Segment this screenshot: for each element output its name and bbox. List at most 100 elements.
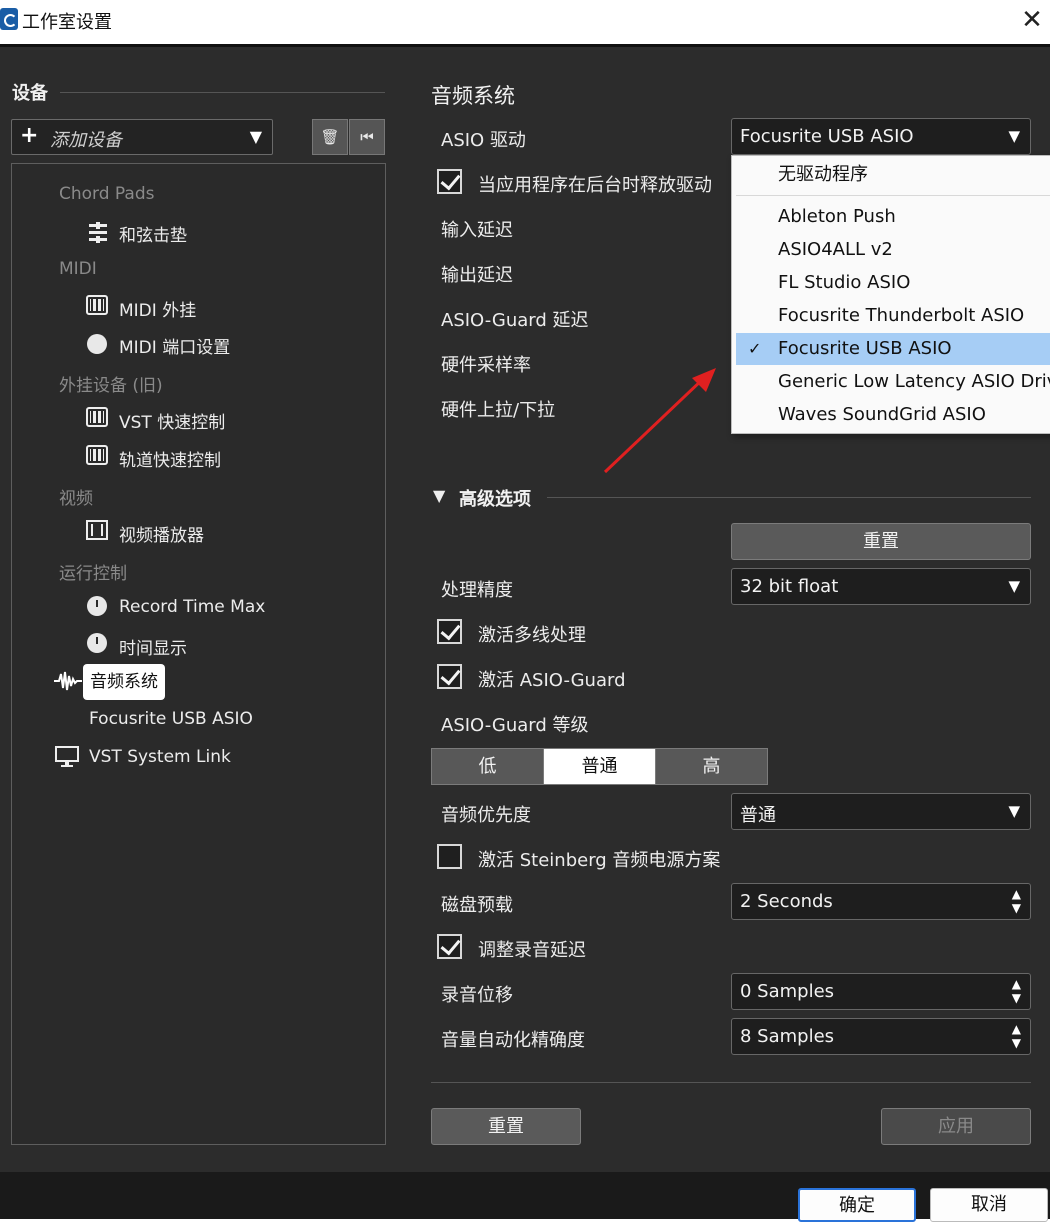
window-title: 工作室设置 [22,12,112,33]
adjust-latency-checkbox[interactable] [437,934,462,959]
tree-item-record-time-max[interactable]: Record Time Max [119,597,265,617]
trash-icon: 🗑 [320,128,340,146]
app-icon [0,8,18,30]
priority-dropdown[interactable]: 普通 ▼ [731,793,1031,830]
option-label: Generic Low Latency ASIO Driver [778,371,1050,392]
popup-option[interactable]: Ableton Push [736,201,1050,233]
disk-preload-label: 磁盘预载 [441,895,513,916]
midi-port-icon [87,334,107,354]
precision-dropdown[interactable]: 32 bit float ▼ [731,568,1031,605]
spinner-arrows-icon[interactable]: ▲ ▼ [1012,1022,1021,1050]
waveform-icon [54,671,82,691]
chord-pads-icon [89,222,107,243]
tree-item-audio-system[interactable]: 音频系统 [83,664,165,700]
spinner-arrows-icon[interactable]: ▲ ▼ [1012,977,1021,1005]
tree-item-time-display[interactable]: 时间显示 [119,634,187,659]
red-arrow-annotation [603,368,716,474]
option-label: Waves SoundGrid ASIO [778,404,986,425]
delete-device-button[interactable]: 🗑 [312,119,348,155]
popup-separator [736,195,1050,196]
power-scheme-label: 激活 Steinberg 音频电源方案 [478,850,721,871]
popup-option[interactable]: FL Studio ASIO [736,267,1050,299]
automation-value: 8 Samples [740,1026,835,1047]
asio-driver-dropdown[interactable]: Focusrite USB ASIO ▼ [731,118,1031,155]
close-button[interactable]: ✕ [1018,4,1046,36]
asio-guard-latency-label: ASIO-Guard 延迟 [441,310,589,331]
automation-label: 音量自动化精确度 [441,1030,585,1051]
priority-label: 音频优先度 [441,805,531,826]
add-device-label: 添加设备 [50,130,122,151]
spinner-arrows-icon[interactable]: ▲ ▼ [1012,887,1021,915]
tree-item-vst-link[interactable]: VST System Link [89,747,231,767]
release-driver-checkbox[interactable] [437,169,462,194]
devices-divider [60,92,385,93]
chevron-down-icon: ▼ [1008,127,1020,145]
record-shift-spinbox[interactable]: 0 Samples ▲ ▼ [731,973,1031,1010]
midi-keyboard-icon [86,295,108,315]
popup-option-none[interactable]: 无驱动程序 [736,159,1050,191]
add-device-dropdown[interactable]: + 添加设备 ▼ [11,119,273,155]
devices-header: 设备 [12,83,48,104]
tree-item-focusrite[interactable]: Focusrite USB ASIO [89,709,253,729]
tree-category-midi[interactable]: MIDI [59,259,97,279]
tree-item-vst-quick[interactable]: VST 快速控制 [119,408,225,433]
level-low-button[interactable]: 低 [431,748,544,785]
option-label: Focusrite USB ASIO [778,338,952,359]
ok-button[interactable]: 确定 [798,1188,916,1222]
popup-option[interactable]: ASIO4ALL v2 [736,234,1050,266]
asio-driver-popup[interactable]: 无驱动程序 Ableton Push ASIO4ALL v2 FL Studio… [731,155,1050,434]
tree-item-midi-remote[interactable]: MIDI 外挂 [119,296,196,321]
power-scheme-checkbox[interactable] [437,844,462,869]
disk-preload-value: 2 Seconds [740,891,833,912]
tree-category-external[interactable]: 外挂设备 (旧) [59,371,163,396]
reset-advanced-button[interactable]: 重置 [731,523,1031,560]
tree-category-video[interactable]: 视频 [59,484,93,509]
device-tree[interactable] [11,163,386,1145]
dialog-button-bar: 确定 取消 [0,1172,1050,1222]
track-quick-icon [86,445,108,465]
tree-item-track-quick[interactable]: 轨道快速控制 [119,446,221,471]
record-shift-label: 录音位移 [441,985,513,1006]
asio-guard-checkbox[interactable] [437,664,462,689]
option-label: Focusrite Thunderbolt ASIO [778,305,1025,326]
tree-item-midi-port[interactable]: MIDI 端口设置 [119,333,230,358]
cancel-button[interactable]: 取消 [930,1188,1048,1222]
output-latency-label: 输出延迟 [441,265,513,286]
multithread-checkbox[interactable] [437,619,462,644]
adjust-latency-label: 调整录音延迟 [478,940,586,961]
film-icon [86,520,108,540]
input-latency-label: 输入延迟 [441,220,513,241]
reset-button[interactable]: 重置 [431,1108,581,1145]
option-label: ASIO4ALL v2 [778,239,893,260]
tree-item-chord-pads[interactable]: 和弦击垫 [119,221,187,246]
level-high-button[interactable]: 高 [655,748,768,785]
record-shift-value: 0 Samples [740,981,835,1002]
advanced-options-header[interactable]: 高级选项 [459,485,531,511]
automation-spinbox[interactable]: 8 Samples ▲ ▼ [731,1018,1031,1055]
clock-icon [87,596,107,616]
tree-category-transport[interactable]: 运行控制 [59,559,127,584]
level-normal-button[interactable]: 普通 [543,748,656,785]
clock-icon [87,633,107,653]
apply-button[interactable]: 应用 [881,1108,1031,1145]
popup-option-selected[interactable]: ✓ Focusrite USB ASIO [736,333,1050,365]
popup-option[interactable]: Focusrite Thunderbolt ASIO [736,300,1050,332]
tree-item-video-player[interactable]: 视频播放器 [119,521,204,546]
disk-preload-spinbox[interactable]: 2 Seconds ▲ ▼ [731,883,1031,920]
hw-pulldown-label: 硬件上拉/下拉 [441,400,556,421]
option-label: FL Studio ASIO [778,272,911,293]
reset-device-button[interactable]: ⏮ [349,119,385,155]
section-title: 音频系统 [431,84,515,108]
tree-category-chord-pads[interactable]: Chord Pads [59,184,154,204]
rewind-icon: ⏮ [360,128,374,146]
asio-guard-enable-label: 激活 ASIO-Guard [478,670,626,691]
chevron-down-icon: ▼ [249,127,262,146]
asio-driver-value: Focusrite USB ASIO [740,126,914,147]
advanced-divider [547,497,1031,498]
popup-option[interactable]: Waves SoundGrid ASIO [736,399,1050,431]
precision-label: 处理精度 [441,580,513,601]
footer-divider [431,1082,1031,1083]
advanced-collapse-icon[interactable]: ▼ [433,486,445,505]
monitor-icon [55,746,79,767]
popup-option[interactable]: Generic Low Latency ASIO Driver [736,366,1050,398]
